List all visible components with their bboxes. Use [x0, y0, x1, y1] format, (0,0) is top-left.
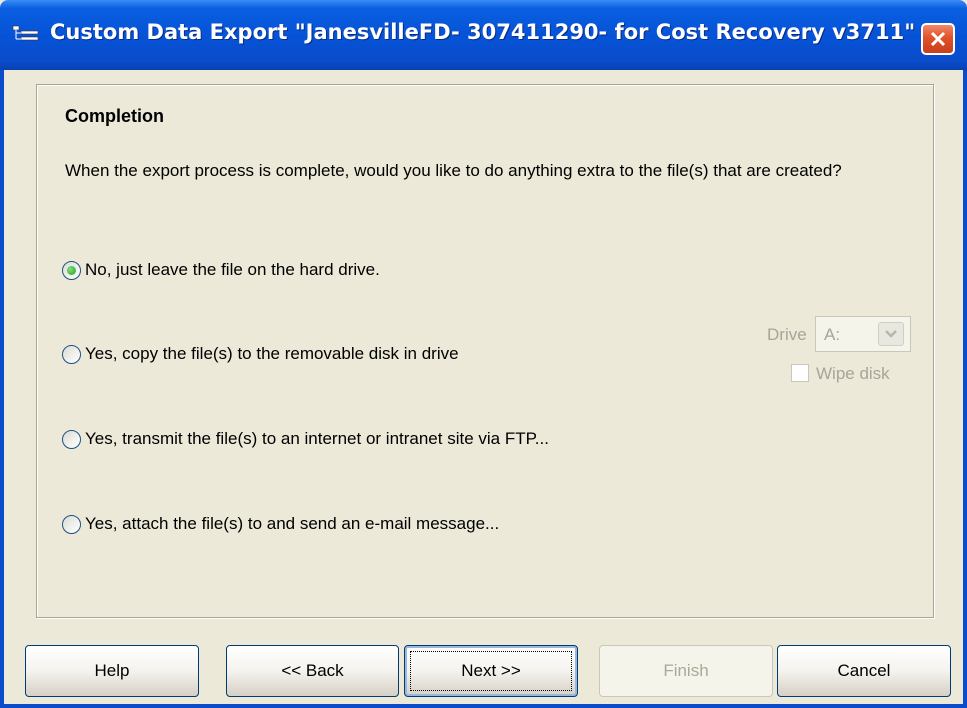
chevron-down-icon	[885, 330, 897, 338]
help-button[interactable]: Help	[25, 645, 199, 697]
close-button[interactable]	[921, 23, 955, 55]
help-button-label: Help	[94, 661, 130, 680]
radio-copy-to-disk[interactable]	[62, 344, 81, 364]
option-label: Yes, transmit the file(s) to an internet…	[85, 429, 549, 448]
export-app-icon	[12, 25, 39, 41]
drive-value: A:	[824, 325, 841, 344]
option-transmit-ftp[interactable]: Yes, transmit the file(s) to an internet…	[62, 429, 549, 449]
page-question: When the export process is complete, wou…	[65, 161, 842, 180]
drive-select[interactable]: A:	[815, 316, 911, 352]
drive-label: Drive	[767, 325, 807, 344]
next-button[interactable]: Next >>	[404, 645, 578, 697]
radio-leave-on-drive[interactable]	[62, 260, 81, 280]
page-heading: Completion	[65, 106, 164, 126]
back-button[interactable]: << Back	[226, 645, 399, 697]
dropdown-arrow[interactable]	[878, 322, 904, 346]
wipe-disk-checkbox[interactable]	[791, 364, 809, 382]
back-button-label: << Back	[281, 661, 344, 680]
option-label: No, just leave the file on the hard driv…	[85, 260, 380, 279]
option-send-email[interactable]: Yes, attach the file(s) to and send an e…	[62, 514, 499, 534]
window-title: Custom Data Export "JanesvilleFD- 307411…	[50, 20, 916, 44]
wipe-disk-label: Wipe disk	[816, 364, 890, 383]
title-bar[interactable]: Custom Data Export "JanesvilleFD- 307411…	[0, 0, 967, 70]
next-button-label: Next >>	[461, 661, 521, 680]
finish-button[interactable]: Finish	[599, 645, 773, 697]
cancel-button-label: Cancel	[837, 661, 891, 680]
radio-transmit-ftp[interactable]	[62, 429, 81, 449]
cancel-button[interactable]: Cancel	[777, 645, 951, 697]
close-icon	[930, 31, 946, 47]
finish-button-label: Finish	[663, 661, 709, 680]
option-leave-on-drive[interactable]: No, just leave the file on the hard driv…	[62, 260, 380, 280]
option-label: Yes, attach the file(s) to and send an e…	[85, 514, 500, 533]
option-label: Yes, copy the file(s) to the removable d…	[85, 344, 459, 363]
radio-send-email[interactable]	[62, 514, 81, 534]
option-copy-to-disk[interactable]: Yes, copy the file(s) to the removable d…	[62, 344, 459, 364]
